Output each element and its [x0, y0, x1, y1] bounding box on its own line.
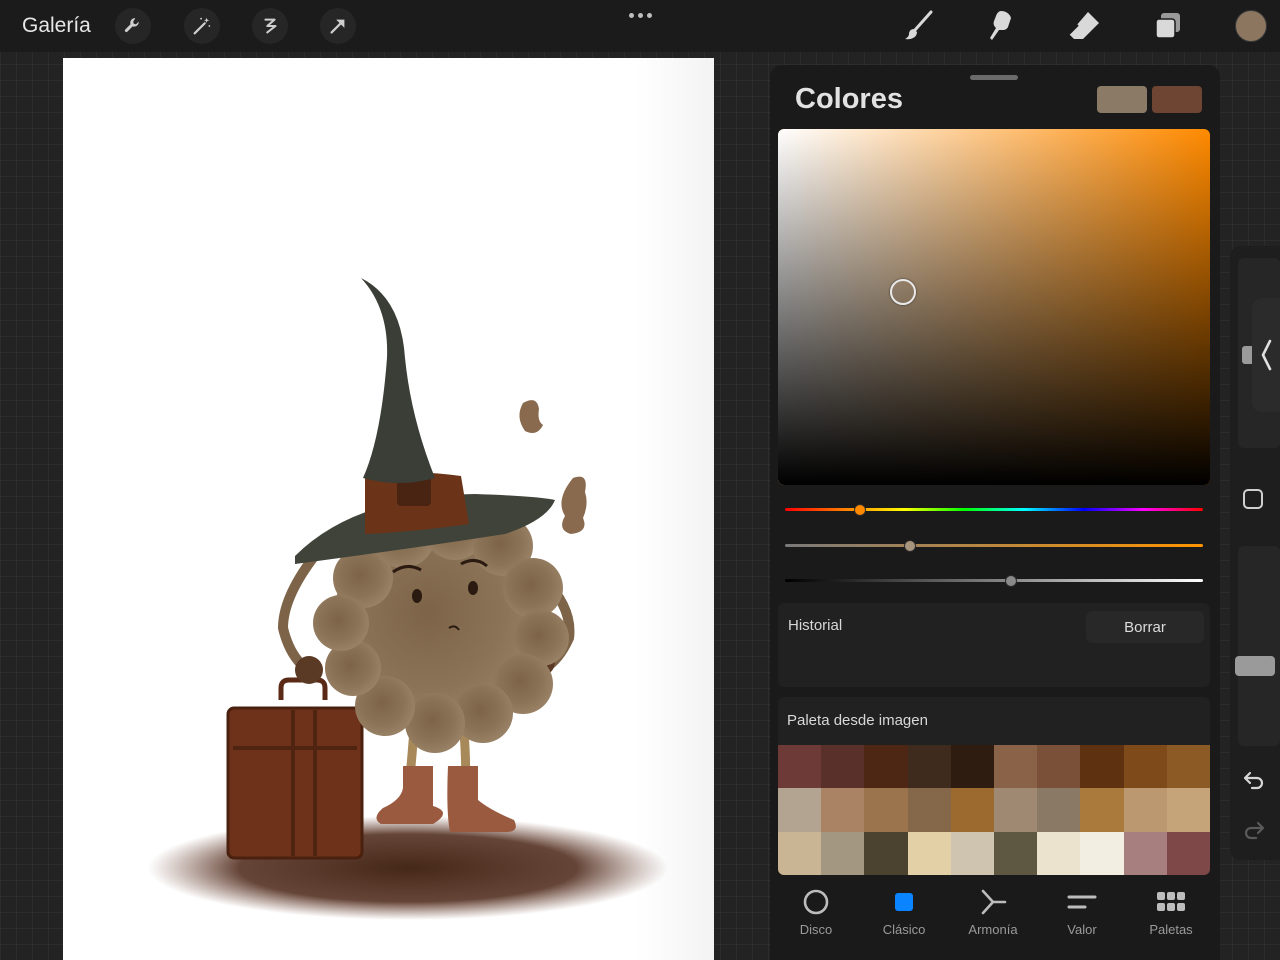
gallery-button[interactable]: Galería — [22, 14, 91, 38]
transform-arrow-icon — [330, 19, 345, 34]
harmony-icon — [981, 889, 1007, 915]
palette-swatch[interactable] — [950, 831, 994, 875]
secondary-color-swatch[interactable] — [1152, 86, 1202, 113]
primary-color-swatch[interactable] — [1097, 86, 1147, 113]
panel-title: Colores — [795, 83, 903, 115]
value-sliders-icon — [1067, 895, 1097, 909]
opacity-slider-thumb[interactable] — [1235, 656, 1275, 676]
palette-swatch[interactable] — [1166, 745, 1210, 789]
palette-swatch[interactable] — [821, 788, 865, 832]
layers-button[interactable] — [1148, 6, 1188, 46]
modify-square-button[interactable] — [1242, 488, 1264, 510]
palette-swatch[interactable] — [1166, 788, 1210, 832]
brush-icon — [905, 10, 933, 40]
palette-swatch[interactable] — [778, 788, 822, 832]
ellipsis-icon[interactable] — [618, 2, 662, 28]
history-label: Historial — [788, 617, 843, 634]
palette-swatch[interactable] — [864, 788, 908, 832]
palette-swatch[interactable] — [778, 745, 822, 789]
collapse-chevron-icon — [1261, 339, 1272, 371]
palette-swatch[interactable] — [994, 745, 1038, 789]
palette-swatch[interactable] — [1123, 745, 1167, 789]
smudge-button[interactable] — [981, 6, 1021, 46]
tab-label: Disco — [799, 922, 833, 937]
palette-swatch[interactable] — [1123, 788, 1167, 832]
eraser-icon — [1068, 12, 1099, 39]
tab-paletas[interactable]: Paletas — [1131, 885, 1211, 945]
brightness-slider-knob[interactable] — [1004, 574, 1017, 587]
brightness-slider[interactable] — [785, 574, 1203, 587]
layers-icon — [1155, 13, 1180, 39]
wrench-icon — [124, 18, 139, 33]
smudge-icon — [990, 11, 1011, 40]
palette-swatch[interactable] — [1123, 831, 1167, 875]
palette-swatch[interactable] — [821, 745, 865, 789]
palette-swatch[interactable] — [778, 831, 822, 875]
palette-section: Paleta desde imagen — [778, 697, 1210, 745]
drawing-canvas[interactable] — [63, 58, 714, 960]
panel-grabber[interactable] — [970, 75, 1018, 80]
transform-button[interactable] — [320, 8, 356, 44]
palette-swatch[interactable] — [907, 831, 951, 875]
modify-square-icon — [1243, 489, 1263, 509]
clear-history-button[interactable]: Borrar — [1086, 611, 1204, 643]
brush-button[interactable] — [898, 6, 938, 46]
palette-swatch[interactable] — [907, 745, 951, 789]
tab-label: Clásico — [882, 922, 926, 937]
palette-swatch[interactable] — [821, 831, 865, 875]
tab-armonia[interactable]: Armonía — [953, 885, 1033, 945]
palette-swatch[interactable] — [950, 745, 994, 789]
palette-swatch[interactable] — [907, 788, 951, 832]
tab-label: Armonía — [968, 922, 1018, 937]
palette-swatch[interactable] — [1037, 788, 1081, 832]
palette-swatch[interactable] — [1080, 831, 1124, 875]
undo-button[interactable] — [1242, 768, 1266, 792]
color-mode-tabs: Disco Clásico Armonía Valor Paletas — [770, 885, 1220, 945]
palettes-grid-icon — [1157, 892, 1185, 911]
hue-slider-knob[interactable] — [854, 503, 867, 516]
palette-swatch[interactable] — [950, 788, 994, 832]
selection-icon — [264, 18, 277, 34]
palette-grid — [778, 745, 1210, 875]
tab-label: Paletas — [1149, 922, 1193, 937]
opacity-slider[interactable] — [1235, 546, 1280, 746]
disc-icon — [803, 889, 829, 915]
top-toolbar: Galería — [0, 0, 1280, 52]
redo-icon — [1244, 821, 1265, 840]
color-picker-square[interactable] — [778, 129, 1210, 485]
tab-label: Valor — [1067, 922, 1097, 937]
tab-clasico[interactable]: Clásico — [864, 885, 944, 945]
adjustments-button[interactable] — [184, 8, 220, 44]
tab-disco[interactable]: Disco — [776, 885, 856, 945]
palette-swatch[interactable] — [1080, 745, 1124, 789]
colors-panel: Colores Historial Borrar Paleta desde im… — [770, 65, 1220, 960]
classic-square-icon — [895, 893, 913, 911]
palette-swatch[interactable] — [1037, 831, 1081, 875]
palette-swatch[interactable] — [994, 831, 1038, 875]
eraser-button[interactable] — [1064, 6, 1104, 46]
sidebar-collapse-tab[interactable] — [1252, 298, 1280, 412]
magic-wand-icon — [193, 17, 211, 35]
palette-swatch[interactable] — [1037, 745, 1081, 789]
palette-swatch[interactable] — [864, 745, 908, 789]
hue-slider[interactable] — [785, 503, 1203, 516]
saturation-slider[interactable] — [785, 539, 1203, 552]
tab-valor[interactable]: Valor — [1042, 885, 1122, 945]
color-picker-cursor[interactable] — [890, 279, 916, 305]
palette-label: Paleta desde imagen — [787, 712, 928, 729]
selection-button[interactable] — [252, 8, 288, 44]
palette-swatch[interactable] — [994, 788, 1038, 832]
palette-swatch[interactable] — [864, 831, 908, 875]
palette-swatch[interactable] — [1166, 831, 1210, 875]
history-section: Historial Borrar — [778, 603, 1210, 687]
saturation-slider-knob[interactable] — [904, 539, 917, 552]
redo-button[interactable] — [1242, 818, 1266, 842]
undo-icon — [1243, 771, 1264, 790]
current-color-button[interactable] — [1235, 10, 1267, 42]
palette-swatch[interactable] — [1080, 788, 1124, 832]
actions-button[interactable] — [115, 8, 151, 44]
artwork-illustration — [148, 278, 668, 920]
